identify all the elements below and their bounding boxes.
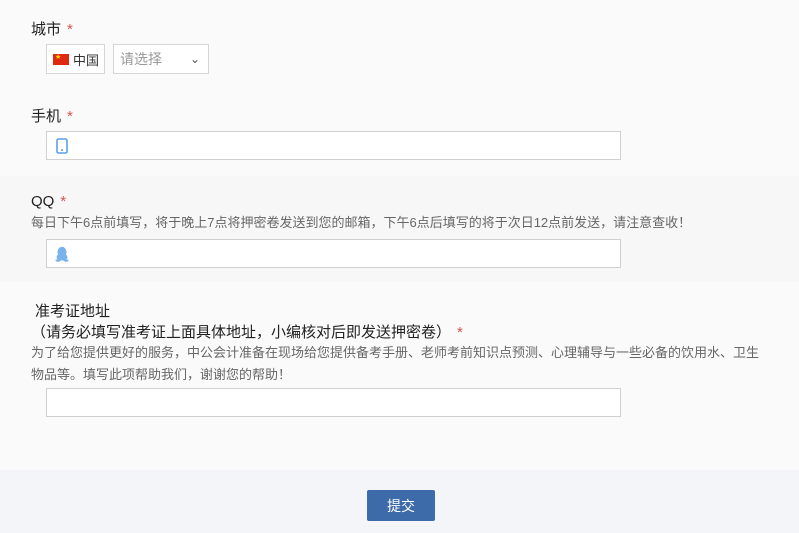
address-section: 准考证地址 （请务必填写准考证上面具体地址，小编核对后即发送押密卷） * 为了给您… <box>0 282 799 470</box>
submit-button[interactable]: 提交 <box>367 490 435 521</box>
qq-hint: 每日下午6点前填写，将于晚上7点将押密卷发送到您的邮箱，下午6点后填写的将于次日… <box>31 215 692 230</box>
china-flag-icon <box>53 53 69 65</box>
phone-icon <box>56 138 68 154</box>
required-mark: * <box>67 21 73 38</box>
qq-label: QQ <box>31 193 55 210</box>
address-input[interactable] <box>46 388 621 417</box>
city-label: 城市 <box>31 21 62 38</box>
phone-label: 手机 <box>31 108 62 125</box>
qq-section: QQ * 每日下午6点前填写，将于晚上7点将押密卷发送到您的邮箱，下午6点后填写的… <box>0 176 799 282</box>
qq-label-wrap: QQ * <box>31 193 66 210</box>
qq-input[interactable] <box>46 239 621 268</box>
city-select[interactable]: 请选择 ⌄ <box>113 44 209 74</box>
phone-label-wrap: 手机 * <box>31 105 73 126</box>
address-label-line2-wrap: （请务必填写准考证上面具体地址，小编核对后即发送押密卷） * <box>31 321 463 342</box>
country-selector[interactable]: 中国 <box>46 44 105 74</box>
qq-penguin-icon <box>55 246 69 262</box>
phone-section: 手机 * <box>0 96 799 176</box>
city-section: 城市 * 中国 请选择 ⌄ <box>0 0 799 96</box>
phone-input[interactable] <box>46 131 621 160</box>
required-mark: * <box>67 108 73 125</box>
required-mark: * <box>457 324 463 341</box>
chevron-down-icon: ⌄ <box>189 52 200 66</box>
address-hint: 为了给您提供更好的服务，中公会计准备在现场给您提供备考手册、老师考前知识点预测、… <box>31 345 760 382</box>
address-label-line1: 准考证地址 <box>35 303 111 320</box>
required-mark: * <box>60 193 67 210</box>
city-select-value: 请选择 <box>120 51 162 67</box>
address-label-line2: （请务必填写准考证上面具体地址，小编核对后即发送押密卷） <box>31 324 452 341</box>
city-label-wrap: 城市 * <box>31 18 73 39</box>
country-name: 中国 <box>73 52 100 68</box>
